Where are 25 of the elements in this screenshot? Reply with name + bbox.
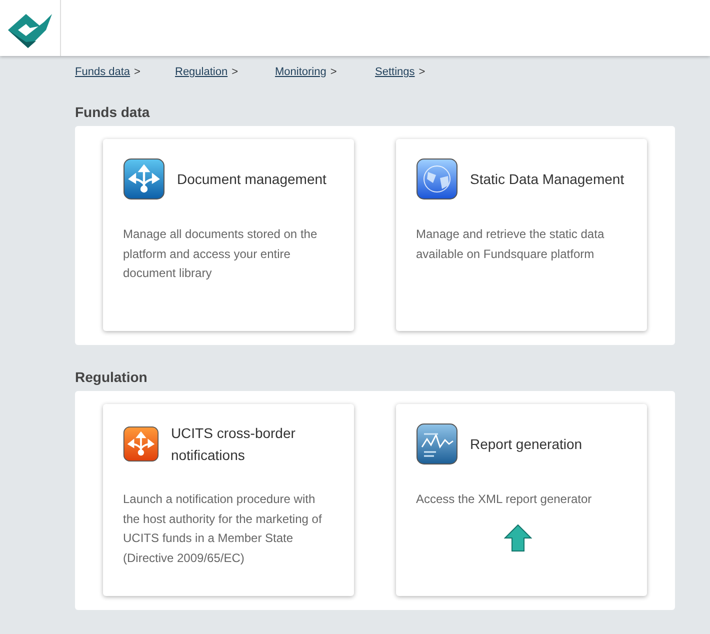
globe-icon — [416, 158, 458, 200]
chart-icon — [416, 423, 458, 465]
breadcrumb-link[interactable]: Monitoring — [275, 66, 326, 80]
card-title: UCITS cross-border notifications — [170, 424, 296, 465]
module-card[interactable]: Document management Manage all documents stored on the platform and access your entire document library — [103, 139, 354, 331]
module-card[interactable]: Report generation Access the XML report generator — [396, 404, 647, 596]
section-title: Funds data — [75, 104, 151, 120]
card-description: Launch a notification procedure with the host authority for the marketing of UCITS funds in a Member State (Directive 2009/65/EC) — [123, 491, 323, 566]
breadcrumb-link[interactable]: Funds data — [75, 66, 130, 80]
breadcrumb-link[interactable]: Regulation — [175, 66, 228, 80]
breadcrumb-separator: > — [232, 66, 238, 80]
card-description: Manage all documents stored on the platform and access your entire document library — [123, 226, 318, 282]
module-card[interactable]: Static Data Management Manage and retrieve the static data available on Fundsquare platform — [396, 139, 647, 331]
breadcrumb-separator: > — [418, 66, 426, 80]
card-description: Access the XML report generator — [416, 491, 593, 508]
module-card[interactable]: UCITS cross-border notifications Launch a notification procedure with the host authority for the marketing of UCITS funds in a Member State (Directive 2009/65/EC) — [103, 404, 354, 596]
card-description: Manage and retrieve the static data available on Fundsquare platform — [416, 226, 606, 262]
breadcrumb-separator: > — [330, 66, 337, 80]
card-title: Report generation — [470, 435, 582, 454]
breadcrumb-separator: > — [134, 66, 140, 80]
section-title: Regulation — [75, 369, 148, 385]
card-title: Static Data Management — [470, 170, 624, 189]
card-title: Document management — [177, 170, 326, 189]
branch-icon — [123, 158, 165, 200]
breadcrumb-link[interactable]: Settings — [375, 66, 415, 80]
